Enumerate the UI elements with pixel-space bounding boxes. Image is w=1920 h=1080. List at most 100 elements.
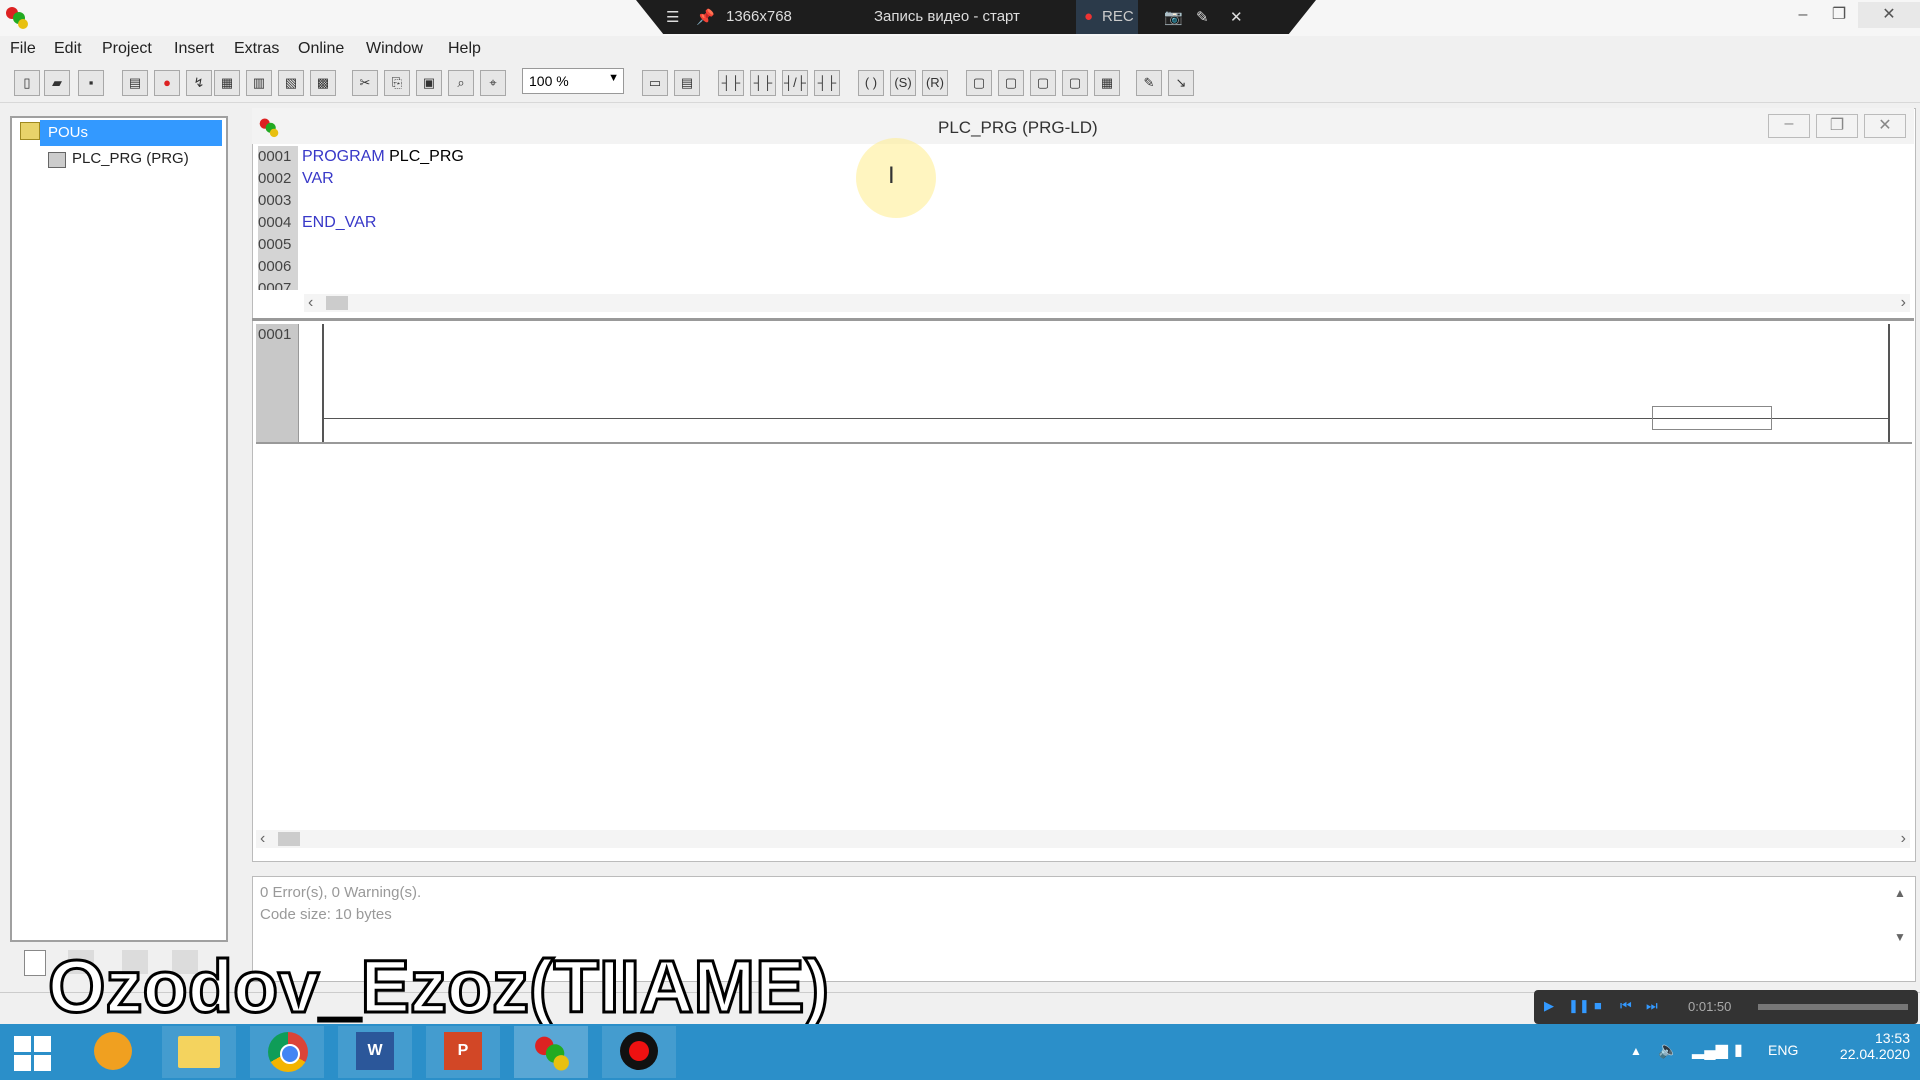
logout-icon[interactable]: ▧ [278, 70, 304, 96]
comment-icon[interactable]: ▭ [642, 70, 668, 96]
language-indicator[interactable]: ENG [1768, 1042, 1798, 1058]
clock[interactable]: 13:53 22.04.2020 [1826, 1030, 1910, 1062]
close-window-button[interactable]: ✕ [1858, 2, 1920, 28]
prev-icon[interactable]: ⏮ [1620, 998, 1632, 1014]
box-icon[interactable]: ▢ [966, 70, 992, 96]
tree-item-pous[interactable]: POUs [40, 120, 222, 146]
declaration-line-2[interactable]: VAR [302, 170, 334, 188]
line-number: 0007 [258, 278, 298, 290]
play-icon[interactable]: ▶ [1544, 998, 1554, 1014]
menu-extras[interactable]: Extras [234, 40, 279, 58]
chevron-left-icon[interactable]: ‹ [260, 830, 265, 848]
step-icon[interactable]: ▦ [214, 70, 240, 96]
copy-icon[interactable]: ⎘ [384, 70, 410, 96]
network-icon[interactable]: ▂▄▆ [1692, 1040, 1728, 1060]
coil-placeholder[interactable] [1652, 406, 1772, 430]
body-scrollbar[interactable]: ‹ › [256, 830, 1910, 848]
next-icon[interactable]: ⏭ [1646, 998, 1658, 1014]
build-icon[interactable]: ▩ [310, 70, 336, 96]
codesys-taskbar-icon[interactable] [514, 1026, 588, 1078]
windows-start-icon[interactable] [14, 1036, 52, 1072]
paste-icon[interactable]: ▣ [416, 70, 442, 96]
stop-player-icon[interactable]: ■ [1594, 998, 1602, 1013]
menu-edit[interactable]: Edit [54, 40, 82, 58]
editor-close-button[interactable]: ✕ [1864, 114, 1906, 138]
login-icon[interactable]: ▥ [246, 70, 272, 96]
toolbar: ▯ ▰ ▪ ▤ ● ↯ ▦ ▥ ▧ ▩ ✂ ⎘ ▣ ⌕ ⌖ ▭ ▤ ┤├ ┤├ … [0, 62, 1920, 103]
pen-tool-icon[interactable]: ✎ [1136, 70, 1162, 96]
tray-chevron-up-icon[interactable]: ▲ [1630, 1044, 1642, 1058]
pen-icon[interactable]: ✎ [1196, 8, 1209, 26]
network-icon[interactable]: ▤ [674, 70, 700, 96]
avast-icon[interactable] [78, 1026, 152, 1078]
editor-minimize-button[interactable]: – [1768, 114, 1810, 138]
negate-icon[interactable]: ↘ [1168, 70, 1194, 96]
jump-icon[interactable]: ▢ [998, 70, 1024, 96]
chevron-left-icon[interactable]: ‹ [308, 294, 313, 312]
editor-title: PLC_PRG (PRG-LD) [938, 118, 1098, 137]
menu-file[interactable]: File [10, 40, 36, 58]
coil-icon[interactable]: ( ) [858, 70, 884, 96]
word-icon[interactable]: W [338, 1026, 412, 1078]
function-block-icon[interactable]: ▦ [1094, 70, 1120, 96]
contact-icon[interactable]: ┤├ [718, 70, 744, 96]
menu-project[interactable]: Project [102, 40, 152, 58]
player-progress[interactable] [1758, 1004, 1908, 1010]
menu-insert[interactable]: Insert [174, 40, 214, 58]
pause-icon[interactable]: ❚❚ [1568, 998, 1590, 1014]
chrome-icon[interactable] [250, 1026, 324, 1078]
camera-icon[interactable]: 📷 [1164, 8, 1183, 26]
editor-window [252, 108, 1916, 862]
parallel-contact-icon[interactable]: ┤├ [750, 70, 776, 96]
tree-item-plc-prg[interactable]: PLC_PRG (PRG) [72, 150, 189, 167]
chevron-down-icon[interactable]: ▼ [1894, 930, 1906, 944]
chevron-right-icon[interactable]: › [1901, 294, 1906, 312]
scroll-thumb[interactable] [278, 832, 300, 846]
close-icon[interactable]: ✕ [1230, 8, 1243, 26]
label-icon[interactable]: ▢ [1062, 70, 1088, 96]
parallel-negated-contact-icon[interactable]: ┤├ [814, 70, 840, 96]
volume-icon[interactable]: 🔈 [1658, 1040, 1678, 1060]
restore-button[interactable]: ❐ [1822, 2, 1856, 28]
stop-icon[interactable]: ● [154, 70, 180, 96]
splitter[interactable] [252, 318, 1914, 321]
declaration-line-1[interactable]: PROGRAM PLC_PRG [302, 148, 464, 166]
set-coil-icon[interactable]: (S) [890, 70, 916, 96]
pou-tree-panel [10, 116, 228, 942]
cut-icon[interactable]: ✂ [352, 70, 378, 96]
open-icon[interactable]: ▰ [44, 70, 70, 96]
program-name: PLC_PRG [389, 148, 464, 165]
menu-help[interactable]: Help [448, 40, 481, 58]
chevron-up-icon[interactable]: ▲ [1894, 886, 1906, 900]
recorder-status: Запись видео - старт [874, 8, 1020, 25]
line-number: 0001 [258, 146, 298, 168]
recorder-taskbar-icon[interactable] [602, 1026, 676, 1078]
save-icon[interactable]: ▪ [78, 70, 104, 96]
zoom-select[interactable]: 100 % ▼ [522, 68, 624, 94]
chevron-right-icon[interactable]: › [1901, 830, 1906, 848]
replace-icon[interactable]: ⌖ [480, 70, 506, 96]
rec-button[interactable]: ● REC [1076, 0, 1138, 34]
pous-tab-icon[interactable] [24, 950, 46, 976]
scroll-thumb[interactable] [326, 296, 348, 310]
menu-icon[interactable]: ☰ [666, 8, 679, 26]
declaration-scrollbar[interactable]: ‹ › [304, 294, 1910, 312]
minimize-button[interactable]: – [1786, 2, 1820, 28]
reset-coil-icon[interactable]: (R) [922, 70, 948, 96]
file-explorer-icon[interactable] [162, 1026, 236, 1078]
run-icon[interactable]: ↯ [186, 70, 212, 96]
find-icon[interactable]: ⌕ [448, 70, 474, 96]
battery-icon[interactable]: ▮ [1734, 1040, 1743, 1060]
print-icon[interactable]: ▤ [122, 70, 148, 96]
folder-icon [20, 122, 40, 140]
pin-icon[interactable]: 📌 [696, 8, 715, 26]
powerpoint-icon[interactable]: P [426, 1026, 500, 1078]
editor-restore-button[interactable]: ❐ [1816, 114, 1858, 138]
return-icon[interactable]: ▢ [1030, 70, 1056, 96]
negated-contact-icon[interactable]: ┤/├ [782, 70, 808, 96]
menu-window[interactable]: Window [366, 40, 423, 58]
menu-online[interactable]: Online [298, 40, 344, 58]
new-icon[interactable]: ▯ [14, 70, 40, 96]
declaration-line-4[interactable]: END_VAR [302, 214, 376, 232]
record-dot-icon: ● [1084, 8, 1094, 25]
